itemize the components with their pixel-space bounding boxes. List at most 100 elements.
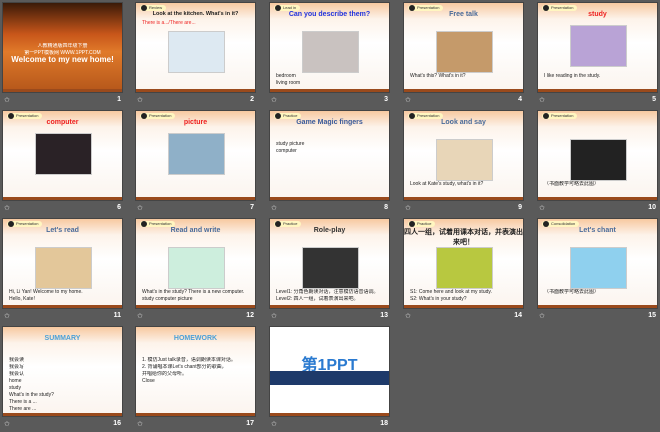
animation-icon[interactable]: ✩ (4, 312, 10, 320)
slide-title: Game Magic fingers (296, 119, 363, 126)
animation-icon[interactable]: ✩ (405, 312, 411, 320)
slide-number: 13 (380, 312, 388, 319)
slide-thumbnail-16[interactable]: SUMMARY 我会读 我会写 我会认 home study What's in the s… (3, 327, 127, 431)
slide-image (436, 247, 493, 289)
slide-image (35, 247, 92, 289)
slide-thumbnail-8[interactable]: Practice Game Magic fingers study picture c… (270, 111, 394, 215)
slide-thumbnail-3[interactable]: Lead in Can you describe them? bedroom livi… (270, 3, 394, 107)
footer-bar (538, 89, 657, 92)
slide-thumbnail-18[interactable]: 第1PPT ✩ 18 (270, 327, 394, 431)
slide-text: （书面教学可略去此图） (544, 289, 651, 296)
slide-number: 16 (113, 420, 121, 427)
animation-icon[interactable]: ✩ (4, 204, 10, 212)
slide-preview[interactable]: Practice Role-play Level1: 分角色朗读对话，注意模仿语音语… (270, 219, 389, 308)
slide-preview[interactable]: Presentation study I like reading in the s… (538, 3, 657, 92)
banner (270, 371, 389, 385)
footer-bar (404, 305, 523, 308)
animation-icon[interactable]: ✩ (405, 96, 411, 104)
slide-text: What's this? What's in it? (410, 73, 517, 80)
slide-number: 4 (518, 96, 522, 103)
text-line: 我会写 (9, 364, 25, 370)
footer-bar (136, 305, 255, 308)
animation-icon[interactable]: ✩ (405, 204, 411, 212)
slide-thumbnail-5[interactable]: Presentation study I like reading in the s… (538, 3, 660, 107)
animation-icon[interactable]: ✩ (539, 96, 545, 104)
slide-thumbnail-11[interactable]: Presentation Let's read Hi, Li Yan! Welcom… (3, 219, 127, 323)
slide-title: Look at the kitchen. What's in it? (152, 11, 239, 17)
footer-bar (3, 413, 122, 416)
slide-thumbnail-17[interactable]: HOMEWORK 1. 模仿Just talk录音，语调朗读本课对话。 2. 背诵唱… (136, 327, 260, 431)
slide-preview[interactable]: Presentation Free talk What's this? What's… (404, 3, 523, 92)
slide-number: 2 (250, 96, 254, 103)
text-line: I like reading in the study. (544, 73, 601, 79)
animation-icon[interactable]: ✩ (137, 204, 143, 212)
animation-icon[interactable]: ✩ (539, 312, 545, 320)
slide-title: Free talk (449, 11, 478, 18)
slide-title: Let's chant (579, 227, 616, 234)
text-line: 人教精通版四年级下册 (37, 43, 88, 49)
slide-thumbnail-7[interactable]: Presentation picture ✩ 7 (136, 111, 260, 215)
animation-icon[interactable]: ✩ (137, 312, 143, 320)
slide-preview[interactable]: Review Look at the kitchen. What's in it?… (136, 3, 255, 92)
slide-text: I like reading in the study. (544, 73, 651, 80)
text-line: 1. 模仿Just talk录音，语调朗读本课对话。 (142, 357, 236, 363)
slide-preview[interactable]: Presentation picture (136, 111, 255, 200)
slide-preview[interactable]: HOMEWORK 1. 模仿Just talk录音，语调朗读本课对话。 2. 背诵唱… (136, 327, 255, 416)
animation-icon[interactable]: ✩ (271, 420, 277, 428)
slide-thumbnail-1[interactable]: Welcome to my new home! 人教精通版四年级下册 第一PPT模板… (3, 3, 127, 107)
footer-bar (538, 197, 657, 200)
text-line: Hi, Li Yan! Welcome to my home. (9, 289, 83, 295)
slide-preview[interactable]: Presentation （书面教学可略去此图） (538, 111, 657, 200)
slide-image (436, 31, 493, 73)
slide-preview[interactable]: Lead in Can you describe them? bedroom livi… (270, 3, 389, 92)
slide-thumbnail-12[interactable]: Presentation Read and write What's in the … (136, 219, 260, 323)
text-line: 并唱给你的父母听。 (142, 371, 188, 377)
animation-icon[interactable]: ✩ (4, 420, 10, 428)
animation-icon[interactable]: ✩ (4, 96, 10, 104)
text-line: study computer picture (142, 296, 193, 302)
slide-image (436, 139, 493, 181)
slide-thumbnail-9[interactable]: Presentation Look and say Look at Kate's s… (404, 111, 528, 215)
animation-icon[interactable]: ✩ (271, 312, 277, 320)
slide-number: 6 (117, 204, 121, 211)
text-line: （书面教学可略去此图） (544, 289, 600, 295)
text-line: Hello, Kate! (9, 296, 35, 302)
slide-thumbnail-13[interactable]: Practice Role-play Level1: 分角色朗读对话，注意模仿语音语… (270, 219, 394, 323)
slide-thumbnail-4[interactable]: Presentation Free talk What's this? What's… (404, 3, 528, 107)
slide-number: 15 (648, 312, 656, 319)
slide-preview[interactable]: Presentation Let's read Hi, Li Yan! Welcom… (3, 219, 122, 308)
slide-preview[interactable]: Consolidation Let's chant （书面教学可略去此图） (538, 219, 657, 308)
slide-preview[interactable]: Presentation Read and write What's in the … (136, 219, 255, 308)
text-line: Close (142, 378, 155, 384)
text-line: What's in the study? There is a new comp… (142, 289, 245, 295)
slide-preview[interactable]: Presentation computer (3, 111, 122, 200)
slide-preview[interactable]: Presentation Look and say Look at Kate's s… (404, 111, 523, 200)
slide-image (570, 139, 627, 181)
footer-bar (270, 197, 389, 200)
slide-thumbnail-2[interactable]: Review Look at the kitchen. What's in it?… (136, 3, 260, 107)
text-line: There is a.../There are... (142, 20, 196, 26)
slide-preview[interactable]: SUMMARY 我会读 我会写 我会认 home study What's in the s… (3, 327, 122, 416)
animation-icon[interactable]: ✩ (137, 96, 143, 104)
slide-text: There is a.../There are... (142, 20, 249, 27)
slide-thumbnail-6[interactable]: Presentation computer ✩ 6 (3, 111, 127, 215)
slide-thumbnail-10[interactable]: Presentation （书面教学可略去此图） ✩ 10 (538, 111, 660, 215)
slide-preview[interactable]: 第1PPT (270, 327, 389, 416)
animation-icon[interactable]: ✩ (539, 204, 545, 212)
slide-preview[interactable]: Practice 四人一组，试着用课本对话，并表演出来吧！ S1: Come her… (404, 219, 523, 308)
animation-icon[interactable]: ✩ (137, 420, 143, 428)
slide-preview[interactable]: Welcome to my new home! 人教精通版四年级下册 第一PPT模板… (3, 3, 122, 92)
slide-thumbnail-14[interactable]: Practice 四人一组，试着用课本对话，并表演出来吧！ S1: Come her… (404, 219, 528, 323)
slide-title: computer (46, 119, 79, 126)
animation-icon[interactable]: ✩ (271, 204, 277, 212)
slide-preview[interactable]: Practice Game Magic fingers study picture c… (270, 111, 389, 200)
text-line: computer (276, 148, 297, 154)
slide-image (570, 247, 627, 289)
text-line: （书面教学可略去此图） (544, 181, 600, 187)
slide-number: 7 (250, 204, 254, 211)
slide-title: SUMMARY (44, 335, 81, 342)
slide-thumbnail-15[interactable]: Consolidation Let's chant （书面教学可略去此图） ✩ 15 (538, 219, 660, 323)
text-line: 我会读 (9, 357, 25, 363)
animation-icon[interactable]: ✩ (271, 96, 277, 104)
footer-bar (538, 305, 657, 308)
